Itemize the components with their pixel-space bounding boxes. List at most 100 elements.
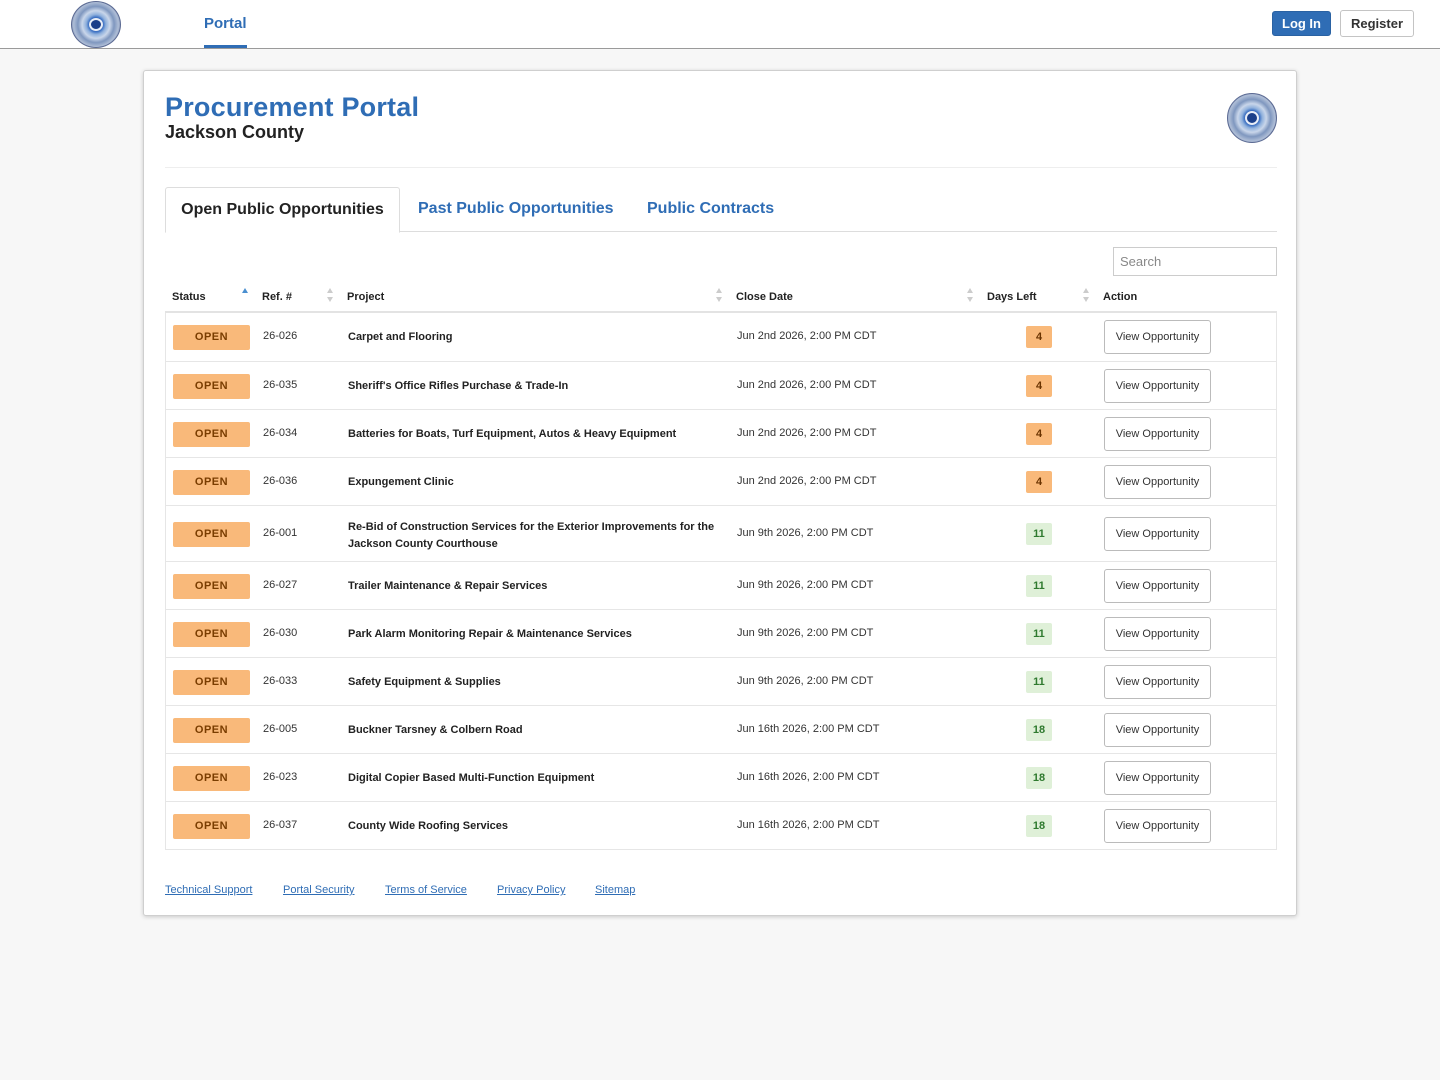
status-badge: OPEN — [173, 521, 250, 547]
ref-number: 26-033 — [263, 675, 298, 687]
view-opportunity-button[interactable]: View Opportunity — [1104, 617, 1211, 651]
footer-link-technical-support[interactable]: Technical Support — [165, 884, 252, 896]
close-date: Jun 9th 2026, 2:00 PM CDT — [737, 627, 874, 639]
column-header-status[interactable]: Status — [172, 283, 206, 311]
tab-bar: Open Public Opportunities Past Public Op… — [165, 187, 1277, 233]
close-date: Jun 9th 2026, 2:00 PM CDT — [737, 579, 874, 591]
search-input[interactable] — [1113, 247, 1277, 276]
column-header-days-left[interactable]: Days Left — [987, 283, 1037, 311]
footer-link-terms-of-service[interactable]: Terms of Service — [385, 884, 467, 896]
status-badge: OPEN — [173, 669, 250, 695]
close-date: Jun 9th 2026, 2:00 PM CDT — [737, 527, 874, 539]
close-date: Jun 2nd 2026, 2:00 PM CDT — [737, 427, 877, 439]
ref-number: 26-035 — [263, 379, 298, 391]
view-opportunity-button[interactable]: View Opportunity — [1104, 369, 1211, 403]
table-row: OPEN 26-033 Safety Equipment & Supplies Jun… — [166, 657, 1276, 705]
table-header: Status Ref. # Project Close Date Days Le… — [165, 283, 1277, 313]
days-left-badge: 18 — [1026, 815, 1052, 837]
days-left-badge: 4 — [1026, 375, 1052, 397]
tab-past-public-opportunities[interactable]: Past Public Opportunities — [418, 187, 614, 232]
view-opportunity-button[interactable]: View Opportunity — [1104, 713, 1211, 747]
ref-number: 26-034 — [263, 427, 298, 439]
status-badge: OPEN — [173, 373, 250, 399]
ref-number: 26-030 — [263, 627, 298, 639]
tab-public-contracts[interactable]: Public Contracts — [647, 187, 774, 232]
status-badge: OPEN — [173, 421, 250, 447]
sort-arrows-icon[interactable] — [327, 288, 334, 306]
table-row: OPEN 26-001 Re-Bid of Construction Service… — [166, 505, 1276, 561]
page-title: Procurement Portal — [165, 92, 420, 122]
close-date: Jun 2nd 2026, 2:00 PM CDT — [737, 330, 877, 342]
project-name: Expungement Clinic — [348, 476, 454, 488]
project-name: County Wide Roofing Services — [348, 820, 509, 832]
days-left-badge: 18 — [1026, 719, 1052, 741]
table-row: OPEN 26-037 County Wide Roofing Services Ju… — [166, 801, 1276, 849]
opportunities-table-body: OPEN 26-026 Carpet and Flooring Jun 2nd 202… — [165, 313, 1277, 850]
project-name: Carpet and Flooring — [348, 331, 453, 343]
ref-number: 26-023 — [263, 771, 298, 783]
column-header-project[interactable]: Project — [347, 283, 384, 311]
sort-ascending-icon[interactable] — [242, 288, 249, 306]
close-date: Jun 16th 2026, 2:00 PM CDT — [737, 771, 880, 783]
ref-number: 26-037 — [263, 819, 298, 831]
status-badge: OPEN — [173, 765, 250, 791]
county-seal-icon[interactable] — [71, 1, 121, 48]
view-opportunity-button[interactable]: View Opportunity — [1104, 320, 1211, 354]
ref-number: 26-026 — [263, 330, 298, 342]
ref-number: 26-027 — [263, 579, 298, 591]
table-row: OPEN 26-026 Carpet and Flooring Jun 2nd 202… — [166, 313, 1276, 361]
days-left-badge: 11 — [1026, 575, 1052, 597]
project-name: Safety Equipment & Supplies — [348, 676, 501, 688]
column-header-ref[interactable]: Ref. # — [262, 283, 292, 311]
close-date: Jun 2nd 2026, 2:00 PM CDT — [737, 475, 877, 487]
register-button[interactable]: Register — [1340, 10, 1414, 37]
project-name: Park Alarm Monitoring Repair & Maintenan… — [348, 628, 632, 640]
project-name: Buckner Tarsney & Colbern Road — [348, 724, 523, 736]
column-header-close-date[interactable]: Close Date — [736, 283, 793, 311]
header-divider — [165, 167, 1277, 168]
project-name: Re-Bid of Construction Services for the … — [348, 521, 715, 550]
table-row: OPEN 26-023 Digital Copier Based Multi-Fun… — [166, 753, 1276, 801]
sort-arrows-icon[interactable] — [716, 288, 723, 306]
status-badge: OPEN — [173, 621, 250, 647]
view-opportunity-button[interactable]: View Opportunity — [1104, 417, 1211, 451]
tab-open-public-opportunities[interactable]: Open Public Opportunities — [165, 187, 400, 233]
view-opportunity-button[interactable]: View Opportunity — [1104, 761, 1211, 795]
close-date: Jun 16th 2026, 2:00 PM CDT — [737, 819, 880, 831]
days-left-badge: 4 — [1026, 471, 1052, 493]
county-seal-icon — [1227, 93, 1277, 143]
days-left-badge: 11 — [1026, 523, 1052, 545]
view-opportunity-button[interactable]: View Opportunity — [1104, 569, 1211, 603]
view-opportunity-button[interactable]: View Opportunity — [1104, 809, 1211, 843]
footer-link-portal-security[interactable]: Portal Security — [283, 884, 355, 896]
table-row: OPEN 26-005 Buckner Tarsney & Colbern Road… — [166, 705, 1276, 753]
days-left-badge: 11 — [1026, 671, 1052, 693]
nav-portal-link[interactable]: Portal — [204, 0, 247, 48]
sort-arrows-icon[interactable] — [967, 288, 974, 306]
view-opportunity-button[interactable]: View Opportunity — [1104, 465, 1211, 499]
footer-link-privacy-policy[interactable]: Privacy Policy — [497, 884, 565, 896]
table-row: OPEN 26-036 Expungement Clinic Jun 2nd 2026… — [166, 457, 1276, 505]
status-badge: OPEN — [173, 324, 250, 350]
status-badge: OPEN — [173, 573, 250, 599]
table-row: OPEN 26-030 Park Alarm Monitoring Repair &… — [166, 609, 1276, 657]
project-name: Trailer Maintenance & Repair Services — [348, 580, 548, 592]
status-badge: OPEN — [173, 717, 250, 743]
project-name: Sheriff's Office Rifles Purchase & Trade… — [348, 380, 569, 392]
close-date: Jun 16th 2026, 2:00 PM CDT — [737, 723, 880, 735]
close-date: Jun 2nd 2026, 2:00 PM CDT — [737, 379, 877, 391]
close-date: Jun 9th 2026, 2:00 PM CDT — [737, 675, 874, 687]
footer-link-sitemap[interactable]: Sitemap — [595, 884, 635, 896]
view-opportunity-button[interactable]: View Opportunity — [1104, 517, 1211, 551]
sort-arrows-icon[interactable] — [1083, 288, 1090, 306]
view-opportunity-button[interactable]: View Opportunity — [1104, 665, 1211, 699]
project-name: Digital Copier Based Multi-Function Equi… — [348, 772, 595, 784]
page-subtitle: Jackson County — [165, 122, 305, 142]
days-left-badge: 4 — [1026, 423, 1052, 445]
top-navigation-bar: Portal Log In Register — [0, 0, 1440, 49]
project-name: Batteries for Boats, Turf Equipment, Aut… — [348, 428, 677, 440]
table-row: OPEN 26-027 Trailer Maintenance & Repair S… — [166, 561, 1276, 609]
login-button[interactable]: Log In — [1272, 11, 1331, 36]
ref-number: 26-001 — [263, 527, 298, 539]
ref-number: 26-036 — [263, 475, 298, 487]
